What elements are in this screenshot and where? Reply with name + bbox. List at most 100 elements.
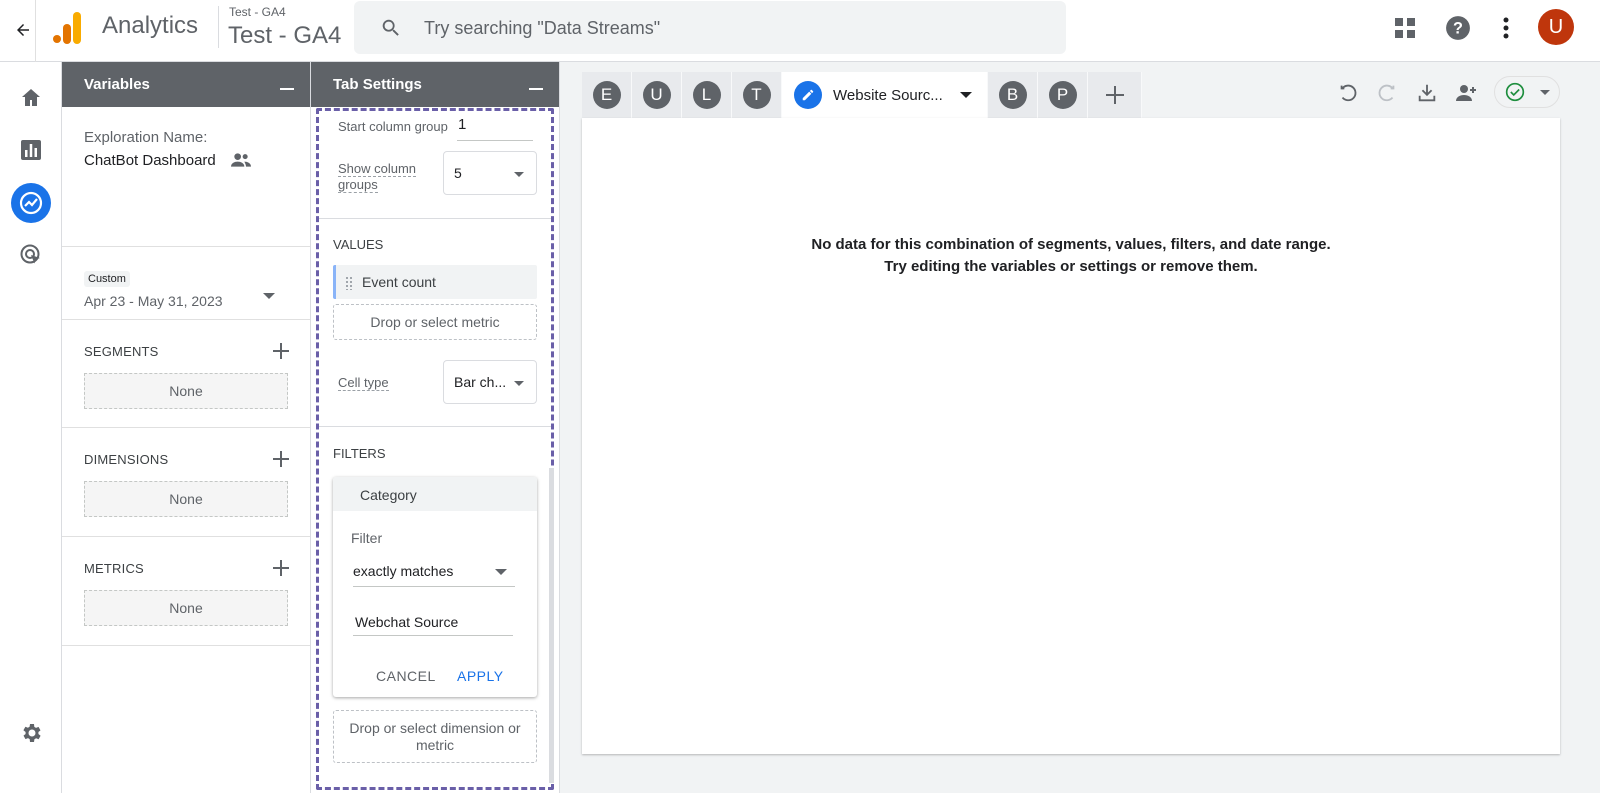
search-icon: [382, 19, 399, 36]
empty-state-message: No data for this combination of segments…: [582, 234, 1560, 278]
date-range-section[interactable]: Custom Apr 23 - May 31, 2023: [62, 247, 310, 320]
cell-type-label: Cell type: [338, 375, 389, 391]
collapse-tab-settings-button[interactable]: [529, 88, 543, 90]
add-tab-button[interactable]: [1088, 72, 1142, 118]
tab-l[interactable]: L: [682, 72, 732, 118]
show-column-groups-label-line2: groups: [338, 177, 378, 192]
help-icon: ?: [1446, 16, 1470, 40]
divider: [35, 0, 36, 62]
drop-filter-line2: metric: [415, 736, 455, 753]
account-name[interactable]: Test - GA4: [229, 5, 286, 19]
add-metric-button[interactable]: [270, 557, 292, 579]
collapse-variables-button[interactable]: [280, 88, 294, 90]
drop-filter-zone[interactable]: Drop or select dimension or metric: [333, 710, 537, 763]
nav-explore[interactable]: [11, 183, 51, 223]
empty-state-line2: Try editing the variables or settings or…: [884, 258, 1258, 275]
date-preset-chip: Custom: [84, 271, 130, 287]
date-range-value[interactable]: Apr 23 - May 31, 2023: [84, 293, 223, 309]
filter-dimension-chip[interactable]: Category: [333, 477, 537, 511]
nav-home[interactable]: [11, 78, 51, 118]
download-icon: [1418, 84, 1436, 102]
redo-button[interactable]: [1372, 78, 1402, 108]
search-input[interactable]: [424, 13, 1024, 43]
svg-text:?: ?: [1453, 19, 1463, 37]
more-options-button[interactable]: [1490, 12, 1522, 44]
match-type-value: exactly matches: [353, 563, 454, 579]
status-button[interactable]: [1494, 76, 1560, 108]
apply-button[interactable]: APPLY: [457, 668, 504, 684]
chevron-down-icon[interactable]: [263, 293, 275, 299]
nav-settings[interactable]: [11, 713, 51, 753]
cell-type-value: Bar ch...: [454, 374, 507, 390]
show-column-groups-label: groups: [338, 177, 378, 193]
panel-title: Tab Settings: [333, 76, 422, 93]
nav-advertising[interactable]: [11, 235, 51, 275]
match-type-select[interactable]: exactly matches: [353, 559, 515, 587]
chevron-down-icon: [514, 172, 524, 177]
reports-icon: [21, 140, 41, 160]
value-metric-chip[interactable]: Event count: [333, 265, 537, 299]
add-dimension-button[interactable]: [270, 448, 292, 470]
value-metric-label: Event count: [362, 274, 436, 290]
cell-type-select[interactable]: Bar ch...: [443, 360, 537, 404]
values-title: VALUES: [333, 237, 384, 252]
help-button[interactable]: ?: [1442, 12, 1474, 44]
tab-settings-header: Tab Settings: [311, 62, 559, 107]
more-vert-icon: [1503, 17, 1509, 39]
exploration-canvas: No data for this combination of segments…: [582, 118, 1560, 754]
tab-u[interactable]: U: [632, 72, 682, 118]
explore-icon: [19, 191, 43, 215]
left-navigation: [0, 62, 62, 793]
filters-title: FILTERS: [333, 446, 386, 461]
property-name[interactable]: Test - GA4: [228, 22, 341, 50]
filter-label: Filter: [351, 530, 383, 546]
tab-letter: B: [998, 81, 1027, 109]
metrics-title: METRICS: [84, 561, 144, 576]
dimensions-title: DIMENSIONS: [84, 452, 169, 467]
download-button[interactable]: [1412, 78, 1442, 108]
dimensions-empty[interactable]: None: [84, 481, 288, 517]
tab-t[interactable]: T: [732, 72, 782, 118]
undo-button[interactable]: [1333, 78, 1363, 108]
drop-metric-zone[interactable]: Drop or select metric: [333, 304, 537, 340]
show-column-groups-select[interactable]: 5: [443, 151, 537, 195]
show-column-groups-label: Show column: [338, 161, 417, 177]
segments-empty[interactable]: None: [84, 373, 288, 409]
tab-settings-panel: Tab Settings Start column group 1 Show c…: [311, 62, 560, 793]
tab-letter: E: [592, 81, 621, 109]
tab-b[interactable]: B: [988, 72, 1038, 118]
search-bar[interactable]: [354, 1, 1066, 54]
metrics-empty[interactable]: None: [84, 590, 288, 626]
analytics-logo-icon: [53, 12, 81, 44]
start-column-input[interactable]: 1: [458, 116, 466, 133]
tab-letter: L: [692, 81, 721, 109]
exploration-name-value[interactable]: ChatBot Dashboard: [84, 152, 216, 169]
tab-p[interactable]: P: [1038, 72, 1088, 118]
settings-icon: [23, 724, 41, 742]
tab-letter: T: [742, 81, 771, 109]
check-circle-icon: [1505, 82, 1525, 102]
drag-handle-icon[interactable]: [345, 276, 353, 290]
tab-menu-chevron-icon[interactable]: [960, 92, 972, 98]
apps-button[interactable]: [1389, 12, 1421, 44]
variables-header: Variables: [62, 62, 310, 107]
edit-icon: [794, 81, 822, 109]
filter-value-input[interactable]: [353, 608, 513, 636]
panel-scrollbar[interactable]: [549, 468, 554, 783]
exploration-name-section: Exploration Name: ChatBot Dashboard: [62, 107, 310, 247]
panel-title: Variables: [84, 76, 150, 93]
avatar[interactable]: U: [1538, 9, 1574, 45]
cancel-button[interactable]: CANCEL: [376, 668, 436, 684]
tab-active[interactable]: Website Sourc...: [782, 72, 988, 118]
metrics-section: METRICS None: [62, 537, 310, 646]
divider: [218, 6, 219, 48]
app-name: Analytics: [102, 12, 199, 39]
top-app-bar: Analytics Test - GA4 Test - GA4 ? U: [0, 0, 1600, 62]
share-button[interactable]: [1452, 78, 1482, 108]
nav-reports[interactable]: [11, 130, 51, 170]
divider: [319, 426, 551, 427]
tab-e[interactable]: E: [582, 72, 632, 118]
share-people-icon: [1456, 85, 1476, 101]
tab-letter: P: [1048, 81, 1077, 109]
add-segment-button[interactable]: [270, 340, 292, 362]
